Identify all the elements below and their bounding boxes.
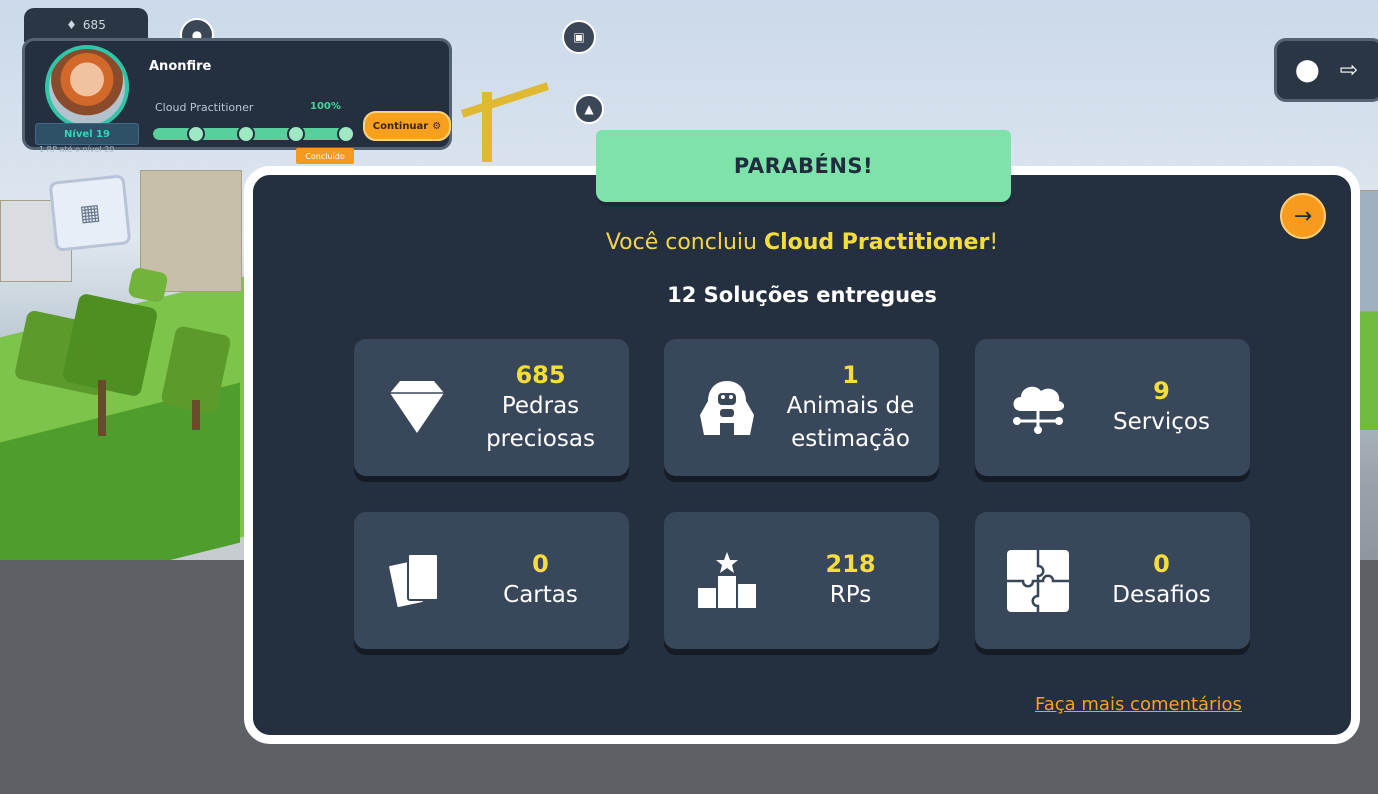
status-badge: Concluído xyxy=(296,148,354,164)
continue-button[interactable]: Continuar ⚙ xyxy=(363,111,451,141)
map-pin-icon[interactable]: ⬤ xyxy=(1295,58,1320,83)
stat-label: preciosas xyxy=(486,425,595,452)
stat-value: 9 xyxy=(1153,377,1170,405)
progress-milestone xyxy=(337,125,355,143)
solutions-delivered: 12 Soluções entregues xyxy=(667,283,937,307)
gorilla-icon xyxy=(700,381,754,435)
stat-value: 0 xyxy=(532,550,549,578)
gem-icon: ♦ xyxy=(66,18,77,32)
stat-label: Serviços xyxy=(1113,409,1210,435)
stat-label: Desafios xyxy=(1112,582,1211,608)
congrats-suffix: ! xyxy=(989,230,999,255)
course-percent: 100% xyxy=(310,101,341,112)
gem-count: 685 xyxy=(82,18,106,32)
map-marker-icon[interactable]: ▣ xyxy=(562,20,596,54)
top-right-controls: ⬤ ⇨ xyxy=(1274,38,1378,102)
exit-icon[interactable]: ⇨ xyxy=(1340,58,1358,83)
guidebook-icon[interactable]: ▦ xyxy=(48,174,132,252)
dialog-title: PARABÉNS! xyxy=(596,130,1011,202)
stat-label: estimação xyxy=(791,425,910,452)
stat-label: Cartas xyxy=(503,582,578,608)
gem-counter: ♦ 685 xyxy=(24,8,148,42)
stat-card-cards: 0 Cartas xyxy=(354,512,629,649)
progress-milestone xyxy=(187,125,205,143)
stat-value: 685 xyxy=(515,360,566,389)
level-badge: Nível 19 xyxy=(35,123,139,145)
stat-card-services: 9 Serviços xyxy=(975,339,1250,476)
map-marker-icon[interactable]: ▲ xyxy=(574,94,604,124)
stat-label: Animais de xyxy=(786,392,915,419)
arrow-right-icon: → xyxy=(1293,203,1313,229)
congrats-course-name: Cloud Practitioner xyxy=(763,230,990,255)
congrats-message: Você concluiu Cloud Practitioner! xyxy=(244,230,1360,255)
avatar[interactable] xyxy=(45,45,129,129)
player-name: Anonfire xyxy=(149,59,212,74)
stat-value: 218 xyxy=(825,550,876,578)
stat-label: Pedras xyxy=(501,392,580,419)
stat-card-gems: 685 Pedras preciosas xyxy=(354,339,629,476)
stat-card-pets: 1 Animais de estimação xyxy=(664,339,939,476)
continue-button-label: Continuar xyxy=(372,120,429,132)
stat-value: 1 xyxy=(842,360,859,389)
stat-label: RPs xyxy=(829,582,872,608)
progress-milestone xyxy=(237,125,255,143)
diamond-icon xyxy=(390,381,444,433)
cards-icon xyxy=(387,553,439,610)
progress-milestone xyxy=(287,125,305,143)
level-progress-text: 1 RP até o nível 20 xyxy=(39,145,115,154)
congrats-prefix: Você concluiu xyxy=(605,230,764,255)
wrench-icon: ⚙ xyxy=(432,120,442,132)
podium-icon xyxy=(698,552,756,608)
puzzle-icon xyxy=(1007,550,1069,612)
stat-card-rps: 218 RPs xyxy=(664,512,939,649)
feedback-link[interactable]: Faça mais comentários xyxy=(1035,694,1242,715)
course-name: Cloud Practitioner xyxy=(155,101,254,114)
stat-value: 0 xyxy=(1153,550,1170,578)
cloud-network-icon xyxy=(1013,386,1065,434)
stat-card-challenges: 0 Desafios xyxy=(975,512,1250,649)
player-panel: Anonfire Cloud Practitioner 100% Nível 1… xyxy=(22,38,452,154)
